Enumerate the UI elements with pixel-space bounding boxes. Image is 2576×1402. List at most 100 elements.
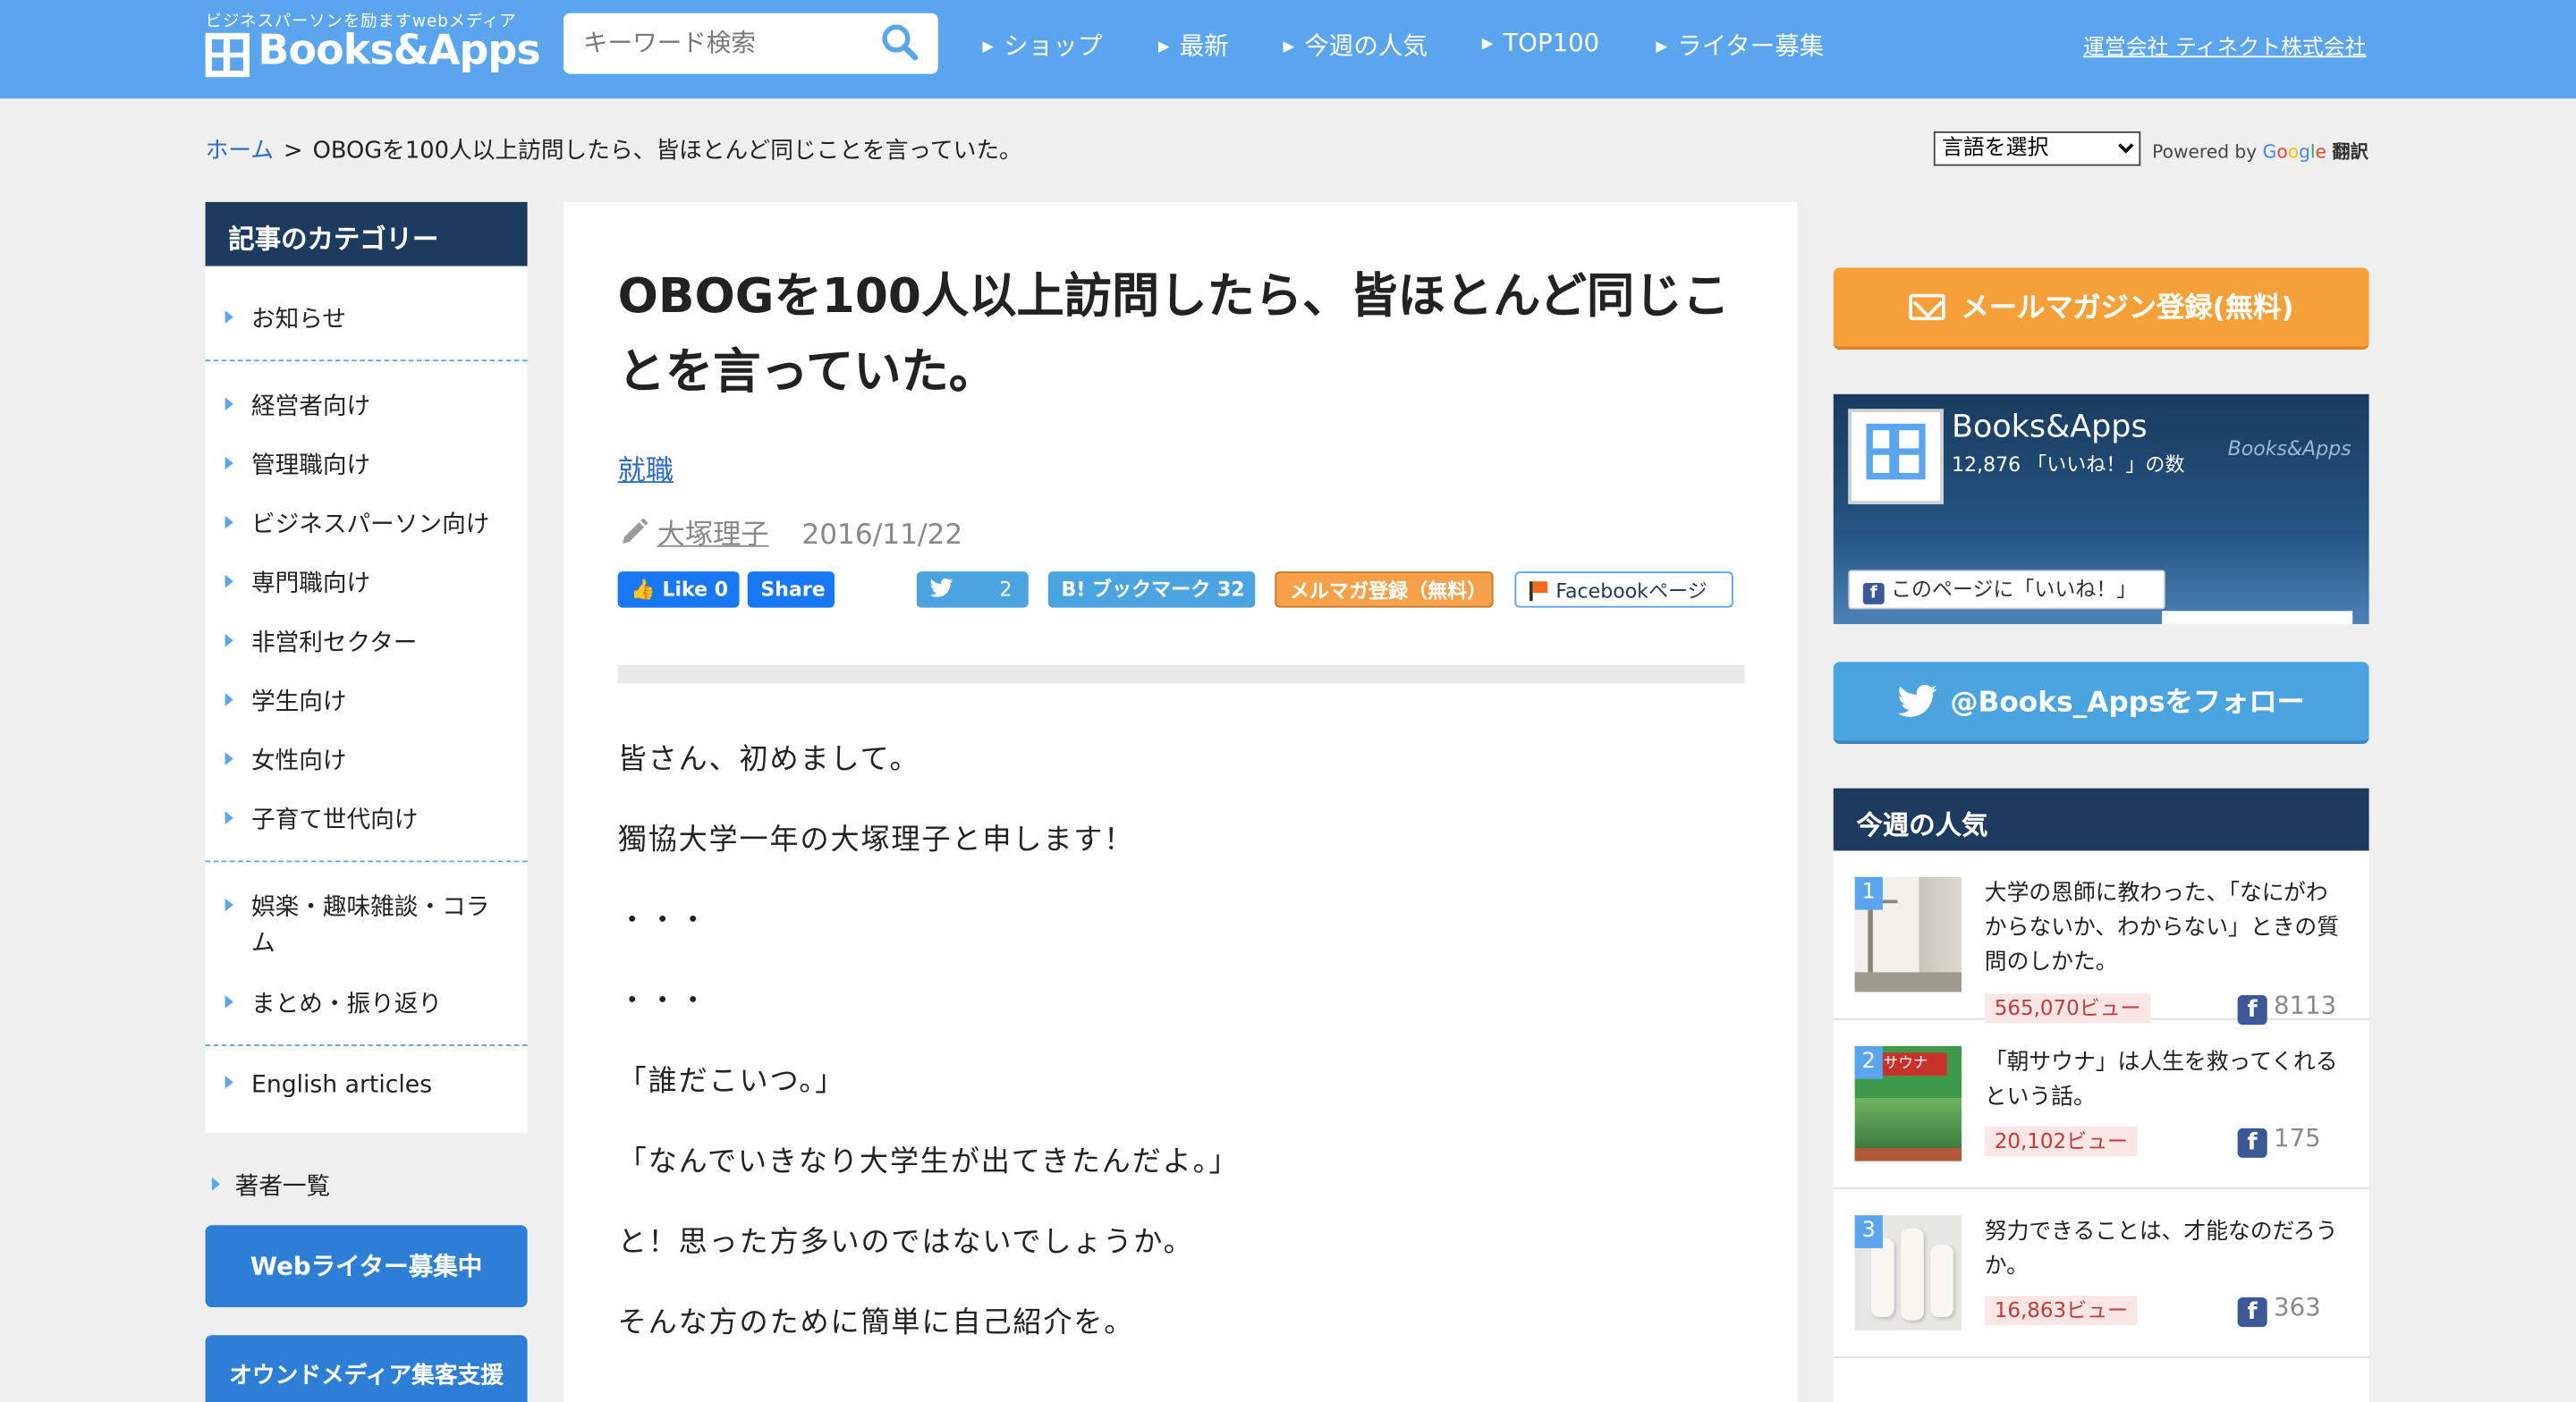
article: OBOGを100人以上訪問したら、皆ほとんど同じことを言っていた。 就職 大塚理… bbox=[563, 201, 1798, 1402]
popular-thumbnail[interactable]: サウナ 2 bbox=[1854, 1045, 1962, 1161]
category-item[interactable]: 女性向け bbox=[225, 742, 347, 777]
category-box: 記事のカテゴリー お知らせ 経営者向け 管理職向け ビジネスパーソン向け 専門職… bbox=[205, 201, 528, 1134]
nav-top100[interactable]: ▶ TOP100 bbox=[1482, 28, 1599, 57]
popular-views: 20,102ビュー bbox=[1984, 1126, 2139, 1157]
article-paragraph: 「誰だこいつ。」 bbox=[617, 1066, 846, 1099]
breadcrumb-separator: > bbox=[284, 138, 303, 165]
popular-rank: 3 bbox=[1854, 1215, 1883, 1248]
popular-title[interactable]: 「朝サウナ」は人生を救ってくれるという話。 bbox=[1985, 1046, 2350, 1115]
category-item[interactable]: 娯楽・趣味雑談・コラ bbox=[225, 889, 489, 924]
twitter-bird-icon bbox=[1897, 684, 1937, 717]
weekly-popular-box: 今週の人気 1 大学の恩師に教わった、「なにがわからないか、わからない」ときの質… bbox=[1833, 788, 2369, 1402]
fb-like-count: 12,876 「いいね！」の数 bbox=[1952, 452, 2185, 477]
category-divider bbox=[205, 860, 528, 863]
category-item[interactable]: 学生向け bbox=[225, 683, 347, 718]
article-paragraph: そんな方のために簡単に自己紹介を。 bbox=[617, 1307, 1135, 1340]
category-item[interactable]: 非営利セクター bbox=[225, 624, 417, 659]
nav-latest[interactable]: ▶ 最新 bbox=[1158, 28, 1229, 63]
search-input[interactable] bbox=[583, 26, 879, 60]
category-item[interactable]: まとめ・振り返り bbox=[225, 985, 442, 1020]
writer-recruit-button[interactable]: Webライター募集中 bbox=[205, 1225, 528, 1308]
popular-thumbnail[interactable]: 3 bbox=[1854, 1215, 1962, 1330]
popular-item[interactable]: 1 大学の恩師に教わった、「なにがわからないか、わからない」ときの質問のしかた。… bbox=[1833, 850, 2369, 1026]
facebook-icon: f bbox=[1862, 583, 1885, 604]
language-select[interactable]: 言語を選択 bbox=[1933, 131, 2141, 166]
chevron-right-icon: ▶ bbox=[1157, 39, 1170, 56]
popular-rank: 1 bbox=[1854, 876, 1883, 910]
article-title: OBOGを100人以上訪問したら、皆ほとんど同じことを言っていた。 bbox=[617, 267, 1730, 400]
logo-mark-icon bbox=[205, 32, 250, 78]
article-divider bbox=[617, 664, 1745, 684]
triangle-right-icon bbox=[225, 693, 233, 706]
popular-item[interactable]: サウナ 2 「朝サウナ」は人生を救ってくれるという話。 20,102ビュー f1… bbox=[1833, 1020, 2369, 1189]
triangle-right-icon bbox=[225, 574, 233, 588]
article-paragraph: 獨協大学一年の大塚理子と申します！ bbox=[617, 824, 1135, 857]
thumbs-up-icon: 👍 bbox=[631, 578, 656, 602]
chevron-right-icon: ▶ bbox=[1283, 39, 1295, 56]
weekly-popular-heading: 今週の人気 bbox=[1833, 788, 2369, 851]
popular-views: 565,070ビュー bbox=[1984, 993, 2151, 1024]
tweet-button[interactable]: 2 bbox=[916, 571, 1029, 608]
nav-shop[interactable]: ▶ ショップ bbox=[982, 28, 1102, 63]
fb-cover-brand: Books&Apps bbox=[2227, 436, 2351, 460]
company-link[interactable]: 運営会社 ティネクト株式会社 bbox=[2083, 30, 2367, 61]
nav-weekly-popular[interactable]: ▶ 今週の人気 bbox=[1283, 28, 1428, 63]
google-logo: Google bbox=[2262, 140, 2326, 163]
fb-widget-footer bbox=[2162, 611, 2353, 624]
popular-title[interactable]: 大学の恩師に教わった、「なにがわからないか、わからない」ときの質問のしかた。 bbox=[1985, 877, 2350, 981]
popular-thumbnail[interactable]: 1 bbox=[1854, 876, 1962, 992]
twitter-follow-button[interactable]: @Books_Appsをフォロー bbox=[1833, 662, 2369, 745]
category-item[interactable]: English articles bbox=[225, 1072, 432, 1099]
facebook-icon: f bbox=[2237, 1128, 2267, 1158]
chevron-right-icon: ▶ bbox=[1481, 36, 1494, 53]
triangle-right-icon bbox=[225, 898, 233, 912]
triangle-right-icon bbox=[225, 397, 233, 411]
article-author[interactable]: 大塚理子 bbox=[657, 519, 769, 552]
popular-rank: 2 bbox=[1854, 1045, 1883, 1079]
facebook-page-button[interactable]: Facebookページ bbox=[1514, 571, 1733, 608]
mailmag-register-button[interactable]: メルマガ登録（無料） bbox=[1275, 571, 1494, 608]
fb-page-like-button[interactable]: f このページに「いいね！」 bbox=[1848, 570, 2165, 610]
facebook-share-button[interactable]: Share bbox=[747, 571, 835, 608]
popular-item[interactable]: 3 努力できることは、才能なのだろうか。 16,863ビュー f 363 bbox=[1833, 1189, 2369, 1358]
category-item[interactable]: 経営者向け bbox=[225, 387, 370, 422]
breadcrumb-home[interactable]: ホーム bbox=[206, 138, 274, 164]
triangle-right-icon bbox=[225, 995, 233, 1009]
article-category[interactable]: 就職 bbox=[618, 447, 674, 488]
triangle-right-icon bbox=[225, 456, 233, 470]
facebook-page-widget: Books&Apps 12,876 「いいね！」の数 Books&Apps fこ… bbox=[1833, 393, 2369, 624]
article-meta: 大塚理子 2016/11/22 bbox=[618, 511, 963, 553]
search-icon[interactable] bbox=[880, 23, 919, 63]
category-item-continued[interactable]: ム bbox=[251, 925, 275, 959]
category-item[interactable]: 管理職向け bbox=[225, 447, 370, 482]
triangle-right-icon bbox=[211, 1177, 221, 1191]
owned-media-button[interactable]: オウンドメディア集客支援 bbox=[205, 1335, 528, 1402]
chevron-right-icon: ▶ bbox=[982, 39, 995, 56]
facebook-like-button[interactable]: 👍 Like 0 bbox=[617, 571, 740, 608]
category-item[interactable]: 子育て世代向け bbox=[225, 801, 418, 836]
site-logo[interactable]: ビジネスパーソンを励ますwebメディア Books&Apps bbox=[205, 6, 541, 85]
authors-link[interactable]: 著者一覧 bbox=[211, 1168, 330, 1203]
hatena-bookmark-button[interactable]: B! ブックマーク 32 bbox=[1047, 571, 1256, 608]
article-date: 2016/11/22 bbox=[801, 519, 963, 553]
tweet-count: 2 bbox=[999, 578, 1013, 602]
category-item[interactable]: ビジネスパーソン向け bbox=[225, 506, 489, 541]
triangle-right-icon bbox=[225, 310, 233, 324]
triangle-right-icon bbox=[225, 811, 233, 825]
chevron-right-icon: ▶ bbox=[1656, 39, 1668, 56]
twitter-bird-icon bbox=[929, 578, 953, 597]
popular-title[interactable]: 努力できることは、才能なのだろうか。 bbox=[1985, 1215, 2350, 1284]
logo-mark-icon bbox=[1866, 423, 1926, 480]
nav-writer-recruit[interactable]: ▶ ライター募集 bbox=[1656, 28, 1824, 63]
category-item[interactable]: お知らせ bbox=[225, 300, 346, 335]
breadcrumb-current: OBOGを100人以上訪問したら、皆ほとんど同じことを言っていた。 bbox=[312, 138, 1022, 165]
triangle-right-icon bbox=[225, 752, 233, 765]
category-divider bbox=[205, 1044, 528, 1046]
fb-page-name[interactable]: Books&Apps bbox=[1952, 409, 2148, 444]
books-apps-logo[interactable] bbox=[1848, 409, 1944, 504]
mail-magazine-button[interactable]: メールマガジン登録(無料) bbox=[1833, 267, 2369, 350]
facebook-icon: f bbox=[2237, 1297, 2267, 1328]
category-item[interactable]: 専門職向け bbox=[225, 565, 370, 600]
article-paragraph: と！思った方多いのではないでしょうか。 bbox=[617, 1227, 1194, 1260]
article-paragraph: 皆さん、初めまして。 bbox=[617, 744, 920, 777]
